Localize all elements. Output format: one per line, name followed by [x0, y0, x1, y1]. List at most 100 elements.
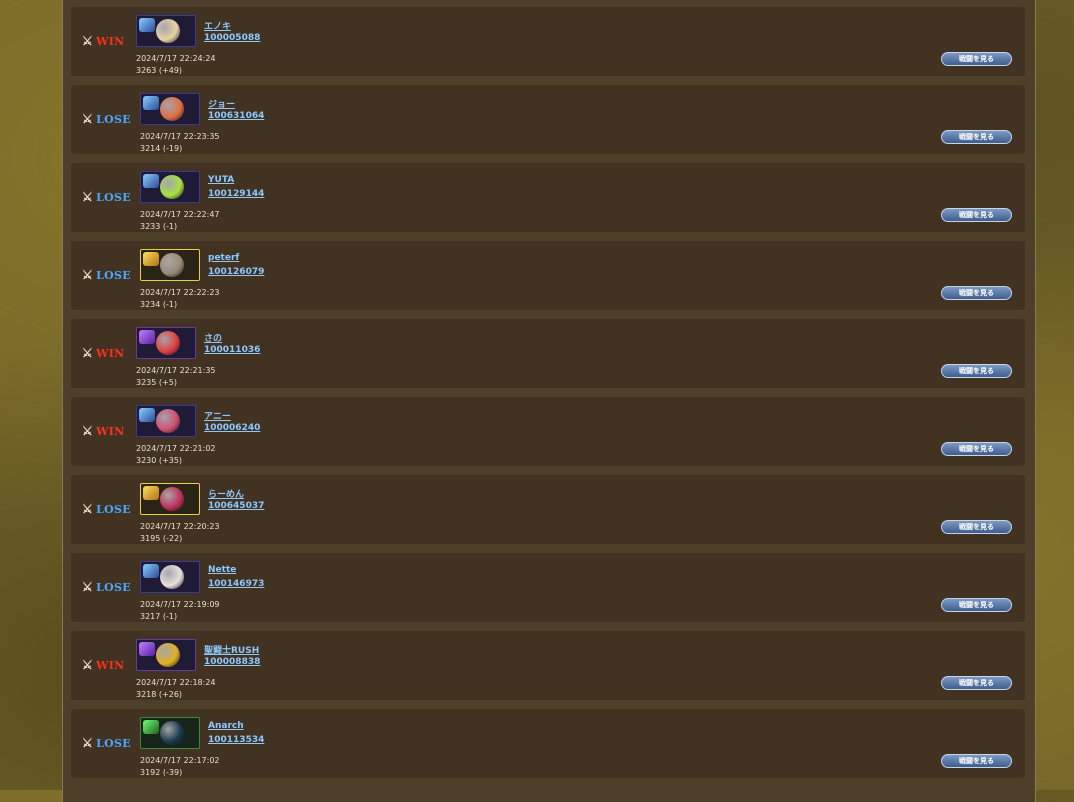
- battle-row: ⚔ WIN エノキ 100005088 2024/7/17 22:24:24 3…: [71, 7, 1025, 76]
- opponent-avatar: [136, 639, 196, 671]
- opponent-id-link[interactable]: 100126079: [208, 267, 264, 277]
- crossed-swords-icon: ⚔: [82, 346, 94, 360]
- rank-badge-icon: [143, 252, 159, 266]
- rating-change: 3217 (-1): [140, 612, 178, 621]
- battle-row: ⚔ LOSE Anarch 100113534 2024/7/17 22:17:…: [71, 709, 1025, 778]
- rank-badge-icon: [139, 330, 155, 344]
- crossed-swords-icon: ⚔: [82, 190, 94, 204]
- rating-change: 3214 (-19): [140, 144, 183, 153]
- rank-badge-icon: [139, 642, 155, 656]
- rating-change: 3218 (+26): [136, 690, 183, 699]
- battle-timestamp: 2024/7/17 22:22:23: [140, 288, 220, 297]
- battle-row: ⚔ WIN アニー 100006240 2024/7/17 22:21:02 3…: [71, 397, 1025, 466]
- opponent-avatar: [140, 717, 200, 749]
- battle-timestamp: 2024/7/17 22:23:35: [140, 132, 220, 141]
- result-label: ⚔ WIN: [82, 658, 125, 672]
- view-battle-button[interactable]: 戦闘を見る: [941, 130, 1012, 144]
- opponent-id-link[interactable]: 100645037: [208, 501, 264, 511]
- opponent-id-link[interactable]: 100129144: [208, 189, 264, 199]
- rank-badge-icon: [143, 96, 159, 110]
- character-portrait: [160, 97, 184, 121]
- rating-change: 3230 (+35): [136, 456, 183, 465]
- view-battle-button[interactable]: 戦闘を見る: [941, 598, 1012, 612]
- view-battle-button[interactable]: 戦闘を見る: [941, 442, 1012, 456]
- result-text: LOSE: [96, 112, 131, 126]
- opponent-name-link[interactable]: エノキ: [204, 19, 231, 32]
- opponent-name-link[interactable]: peterf: [208, 253, 239, 263]
- rank-badge-icon: [139, 408, 155, 422]
- rank-badge-icon: [143, 564, 159, 578]
- battle-row: ⚔ WIN 聖闘士RUSH 100008838 2024/7/17 22:18:…: [71, 631, 1025, 700]
- crossed-swords-icon: ⚔: [82, 580, 94, 594]
- crossed-swords-icon: ⚔: [82, 658, 94, 672]
- result-label: ⚔ WIN: [82, 34, 125, 48]
- opponent-id-link[interactable]: 100005088: [204, 33, 260, 43]
- view-battle-button[interactable]: 戦闘を見る: [941, 754, 1012, 768]
- rank-badge-icon: [143, 174, 159, 188]
- character-portrait: [160, 175, 184, 199]
- result-label: ⚔ WIN: [82, 424, 125, 438]
- opponent-name-link[interactable]: アニー: [204, 409, 231, 422]
- result-text: WIN: [96, 424, 125, 438]
- opponent-id-link[interactable]: 100008838: [204, 657, 260, 667]
- crossed-swords-icon: ⚔: [82, 268, 94, 282]
- character-portrait: [156, 19, 180, 43]
- battle-row: ⚔ WIN さの 100011036 2024/7/17 22:21:35 32…: [71, 319, 1025, 388]
- result-text: LOSE: [96, 502, 131, 516]
- view-battle-button[interactable]: 戦闘を見る: [941, 286, 1012, 300]
- battle-timestamp: 2024/7/17 22:24:24: [136, 54, 216, 63]
- result-label: ⚔ WIN: [82, 346, 125, 360]
- opponent-avatar: [136, 327, 196, 359]
- rating-change: 3235 (+5): [136, 378, 177, 387]
- opponent-avatar: [136, 405, 196, 437]
- opponent-id-link[interactable]: 100631064: [208, 111, 264, 121]
- opponent-name-link[interactable]: Nette: [208, 565, 236, 575]
- battle-timestamp: 2024/7/17 22:18:24: [136, 678, 216, 687]
- result-text: LOSE: [96, 736, 131, 750]
- crossed-swords-icon: ⚔: [82, 112, 94, 126]
- result-label: ⚔ LOSE: [82, 268, 131, 282]
- view-battle-button[interactable]: 戦闘を見る: [941, 52, 1012, 66]
- battle-timestamp: 2024/7/17 22:21:35: [136, 366, 216, 375]
- battle-timestamp: 2024/7/17 22:19:09: [140, 600, 220, 609]
- opponent-name-link[interactable]: 聖闘士RUSH: [204, 643, 259, 656]
- opponent-name-link[interactable]: Anarch: [208, 721, 244, 731]
- view-battle-button[interactable]: 戦闘を見る: [941, 208, 1012, 222]
- opponent-avatar: [140, 561, 200, 593]
- opponent-id-link[interactable]: 100146973: [208, 579, 264, 589]
- character-portrait: [160, 487, 184, 511]
- battle-row: ⚔ LOSE YUTA 100129144 2024/7/17 22:22:47…: [71, 163, 1025, 232]
- character-portrait: [160, 721, 184, 745]
- opponent-id-link[interactable]: 100011036: [204, 345, 260, 355]
- rating-change: 3263 (+49): [136, 66, 183, 75]
- result-text: WIN: [96, 34, 125, 48]
- battle-timestamp: 2024/7/17 22:21:02: [136, 444, 216, 453]
- view-battle-button[interactable]: 戦闘を見る: [941, 520, 1012, 534]
- character-portrait: [156, 409, 180, 433]
- opponent-avatar: [140, 171, 200, 203]
- view-battle-button[interactable]: 戦闘を見る: [941, 364, 1012, 378]
- result-label: ⚔ LOSE: [82, 502, 131, 516]
- crossed-swords-icon: ⚔: [82, 424, 94, 438]
- result-label: ⚔ LOSE: [82, 580, 131, 594]
- battle-row: ⚔ LOSE らーめん 100645037 2024/7/17 22:20:23…: [71, 475, 1025, 544]
- result-text: WIN: [96, 346, 125, 360]
- character-portrait: [160, 253, 184, 277]
- rank-badge-icon: [143, 486, 159, 500]
- rank-badge-icon: [139, 18, 155, 32]
- result-text: LOSE: [96, 190, 131, 204]
- battle-timestamp: 2024/7/17 22:22:47: [140, 210, 220, 219]
- view-battle-button[interactable]: 戦闘を見る: [941, 676, 1012, 690]
- opponent-name-link[interactable]: らーめん: [208, 487, 244, 500]
- opponent-name-link[interactable]: ジョー: [208, 97, 235, 110]
- opponent-name-link[interactable]: さの: [204, 331, 222, 344]
- character-portrait: [156, 331, 180, 355]
- battle-timestamp: 2024/7/17 22:20:23: [140, 522, 220, 531]
- opponent-id-link[interactable]: 100113534: [208, 735, 264, 745]
- result-label: ⚔ LOSE: [82, 112, 131, 126]
- opponent-id-link[interactable]: 100006240: [204, 423, 260, 433]
- result-text: LOSE: [96, 268, 131, 282]
- result-text: LOSE: [96, 580, 131, 594]
- crossed-swords-icon: ⚔: [82, 502, 94, 516]
- opponent-name-link[interactable]: YUTA: [208, 175, 234, 185]
